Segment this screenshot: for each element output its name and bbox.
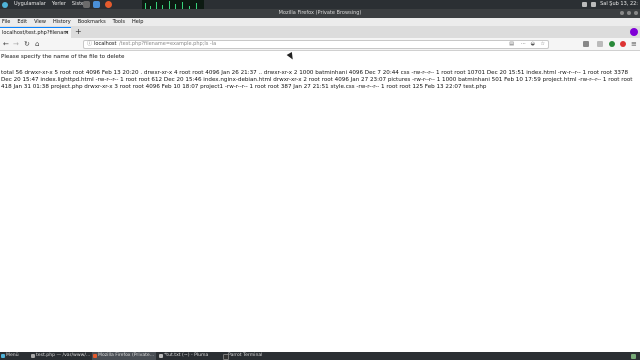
window-title: Mozilla Firefox (Private Browsing) (278, 10, 362, 16)
menu-help[interactable]: Help (132, 18, 143, 26)
tab-label: localhost/test.php?filenam (2, 30, 69, 36)
page-content: Please specify the name of the file to d… (1, 54, 638, 91)
taskbar: Menü test.php — /var/www/... Mozilla Fir… (0, 352, 640, 360)
url-host: localhost (94, 41, 117, 47)
back-icon[interactable]: ← (3, 40, 9, 49)
task-label: Mozilla Firefox (Private... (98, 353, 155, 358)
menu-icon (1, 354, 5, 358)
panel-menus: Uygulamalar Yerler Sistem (2, 0, 89, 9)
library-icon[interactable] (583, 41, 589, 47)
task-label: *tut.txt (~) - Pluma (164, 353, 209, 358)
system-tray: Sal Şub 13, 22: (582, 0, 638, 9)
menu-file[interactable]: File (2, 18, 10, 26)
forward-icon[interactable]: → (13, 40, 19, 49)
task-firefox[interactable]: Mozilla Firefox (Private... (92, 352, 156, 360)
page-prompt: Please specify the name of the file to d… (1, 54, 125, 60)
private-browsing-icon (630, 28, 638, 36)
tab-active[interactable]: localhost/test.php?filenam × (0, 27, 71, 38)
task-pluma[interactable]: *tut.txt (~) - Pluma (158, 352, 220, 360)
tab-close-icon[interactable]: × (65, 28, 69, 38)
panel-menu-places[interactable]: Yerler (52, 0, 66, 9)
url-bar[interactable]: ⓘ localhost /test.php?filename=example.p… (83, 40, 549, 49)
sidebar-icon[interactable] (597, 41, 603, 47)
reader-view-icon[interactable]: ▤ (509, 41, 514, 48)
panel-menu-applications[interactable]: Uygulamalar (14, 0, 46, 9)
new-tab-button[interactable]: + (75, 27, 82, 37)
task-editor[interactable]: test.php — /var/www/... (30, 352, 92, 360)
top-panel: Uygulamalar Yerler Sistem Sal Şub 13, 22… (0, 0, 640, 9)
workspace-switcher-icon[interactable] (631, 354, 636, 359)
system-monitor-graph (142, 0, 204, 9)
reload-icon[interactable]: ↻ (24, 40, 30, 49)
command-output: total 56 drwxr-xr-x 5 root root 4096 Feb… (1, 70, 633, 90)
extension-icon[interactable] (609, 41, 615, 47)
window-titlebar[interactable]: Mozilla Firefox (Private Browsing) (0, 9, 640, 18)
maximize-icon[interactable] (627, 11, 631, 15)
pocket-icon[interactable]: ◒ (531, 41, 535, 48)
firefox-icon (93, 354, 97, 358)
network-icon[interactable] (582, 2, 588, 7)
task-terminal[interactable]: Parrot Terminal (222, 352, 282, 360)
page-actions-icon[interactable]: ⋯ (521, 41, 526, 48)
tab-strip: localhost/test.php?filenam × + (0, 26, 640, 38)
terminal-icon (223, 354, 229, 360)
site-info-icon[interactable]: ⓘ (87, 41, 92, 48)
hamburger-menu-icon[interactable]: ≡ (631, 40, 637, 49)
close-window-icon[interactable] (634, 11, 638, 15)
menu-edit[interactable]: Edit (17, 18, 27, 26)
menu-history[interactable]: History (53, 18, 71, 26)
clock[interactable]: Sal Şub 13, 22: (600, 0, 638, 9)
parrot-logo-icon[interactable] (2, 2, 8, 8)
menu-bookmarks[interactable]: Bookmarks (78, 18, 106, 26)
minimize-icon[interactable] (620, 11, 624, 15)
firefox-launcher-icon[interactable] (105, 1, 112, 8)
taskbar-menu[interactable]: Menü (0, 352, 30, 360)
bookmark-star-icon[interactable]: ☆ (541, 41, 545, 48)
menubar: File Edit View History Bookmarks Tools H… (0, 18, 640, 26)
task-label: Menü (6, 353, 19, 358)
terminal-launcher-icon[interactable] (83, 1, 90, 8)
files-launcher-icon[interactable] (93, 1, 100, 8)
volume-icon[interactable] (591, 2, 597, 7)
menu-view[interactable]: View (34, 18, 46, 26)
url-path: /test.php?filename=example.php;ls -la (119, 41, 217, 47)
addon-icon[interactable] (620, 41, 626, 47)
menu-tools[interactable]: Tools (113, 18, 125, 26)
task-label: Parrot Terminal (228, 353, 263, 358)
home-icon[interactable]: ⌂ (35, 40, 39, 49)
editor-icon (31, 354, 35, 358)
pluma-icon (159, 354, 163, 358)
task-label: test.php — /var/www/... (36, 353, 91, 358)
navigation-bar: ← → ↻ ⌂ ⓘ localhost /test.php?filename=e… (0, 38, 640, 51)
window-controls (620, 11, 638, 15)
